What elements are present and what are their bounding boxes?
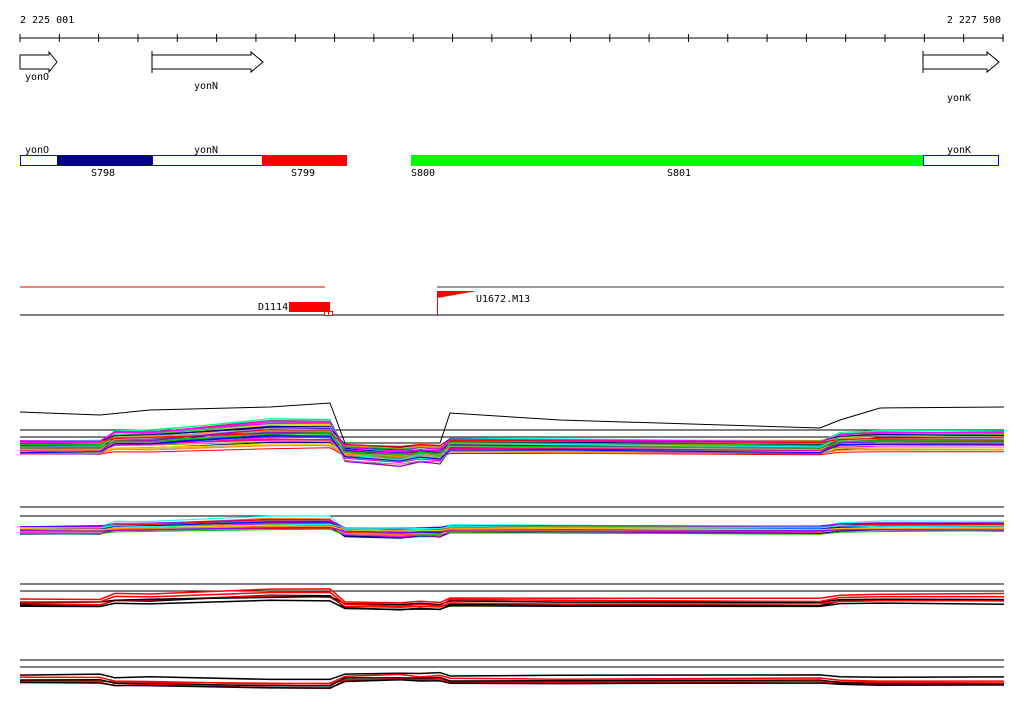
segment-track: yonO yonN yonK S798 S799 S800 S801 — [20, 145, 999, 179]
segment-gene-label: yonO — [25, 145, 49, 156]
segment-label: S798 — [91, 168, 115, 179]
segment-yonN-box — [152, 155, 263, 166]
profile-track-4 — [19, 659, 1005, 690]
segment-label: S800 — [411, 168, 435, 179]
gene-track: yonO yonN yonK — [19, 50, 1000, 104]
profile-tracks — [19, 402, 1005, 690]
gene-yonO[interactable]: yonO — [19, 50, 58, 83]
profile-track-3 — [19, 583, 1005, 611]
ruler-end-label: 2 227 500 — [947, 15, 1001, 26]
segment-yonO-box — [20, 155, 58, 166]
genome-browser-view[interactable]: 2 225 001 2 227 500 yonO yonN yonK yonO … — [0, 0, 1024, 714]
gene-yonN[interactable]: yonN — [151, 50, 264, 92]
feature-label: D1114 — [258, 302, 288, 313]
segment-gene-label: yonK — [947, 145, 971, 156]
segment-S799[interactable] — [262, 155, 347, 166]
feature-label: U1672.M13 — [476, 294, 530, 305]
ruler: 2 225 001 2 227 500 — [19, 15, 1004, 42]
feature-D1114[interactable]: D1114 — [258, 302, 333, 316]
feature-U1672-M13[interactable]: U1672.M13 — [437, 291, 530, 315]
ruler-start-label: 2 225 001 — [20, 15, 74, 26]
gene-label: yonN — [194, 81, 218, 92]
profile-track-1 — [19, 418, 1005, 468]
segment-label: S801 — [667, 168, 691, 179]
profile-track-2 — [19, 506, 1005, 539]
gene-label: yonK — [947, 93, 971, 104]
segment-S800-S801[interactable] — [411, 155, 923, 166]
gene-label: yonO — [25, 72, 49, 83]
segment-gene-label: yonN — [194, 145, 218, 156]
segment-label: S799 — [291, 168, 315, 179]
feature-track: D1114 U1672.M13 — [20, 286, 1004, 316]
segment-yonK-box — [923, 155, 999, 166]
gene-yonK[interactable]: yonK — [922, 50, 1000, 104]
segment-S798[interactable] — [57, 155, 152, 166]
